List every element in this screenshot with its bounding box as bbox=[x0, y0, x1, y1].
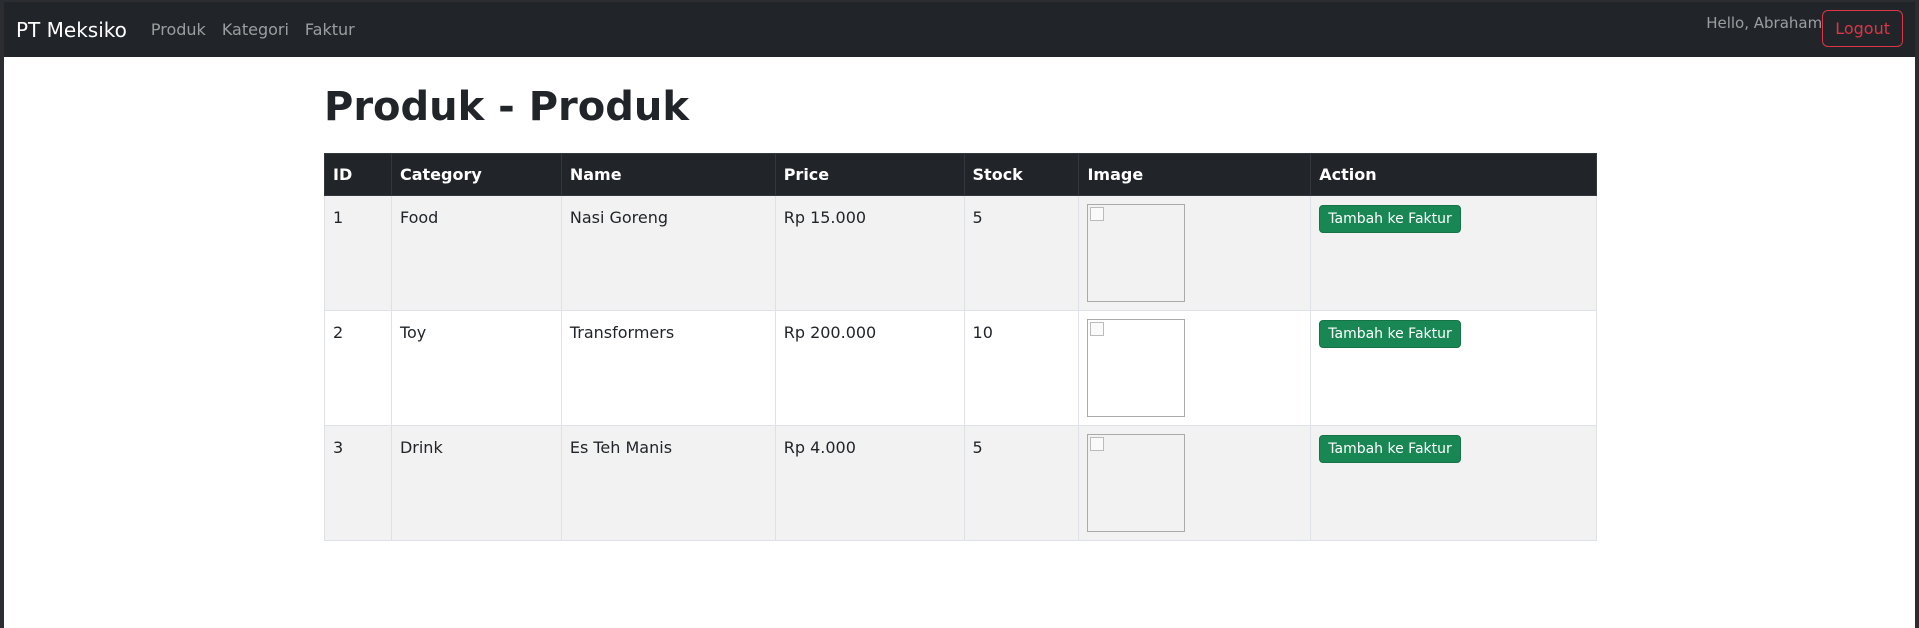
cell-id: 3 bbox=[324, 425, 392, 541]
nav-link-kategori[interactable]: Kategori bbox=[222, 20, 289, 39]
brand-link[interactable]: PT Meksiko bbox=[16, 18, 127, 42]
products-table: ID Category Name Price Stock Image Actio… bbox=[324, 153, 1597, 541]
browser-viewport: PT Meksiko Produk Kategori Faktur Hello,… bbox=[4, 2, 1915, 628]
cell-name: Es Teh Manis bbox=[560, 425, 776, 541]
add-to-invoice-button[interactable]: Tambah ke Faktur bbox=[1319, 320, 1461, 348]
header-image: Image bbox=[1078, 153, 1312, 196]
header-id: ID bbox=[324, 153, 392, 196]
cell-action: Tambah ke Faktur bbox=[1310, 425, 1597, 541]
broken-image-icon bbox=[1090, 437, 1105, 451]
main-content: Produk - Produk ID Category Name Price S… bbox=[324, 57, 1597, 541]
broken-image-icon bbox=[1090, 207, 1105, 221]
cell-stock: 5 bbox=[963, 195, 1080, 311]
page-title: Produk - Produk bbox=[324, 84, 689, 130]
cell-name: Nasi Goreng bbox=[560, 195, 776, 311]
cell-price: Rp 4.000 bbox=[774, 425, 965, 541]
nav-link-faktur[interactable]: Faktur bbox=[305, 20, 355, 39]
table-row: 1 Food Nasi Goreng Rp 15.000 5 Tambah ke… bbox=[324, 195, 1597, 311]
cell-id: 2 bbox=[324, 310, 392, 426]
cell-action: Tambah ke Faktur bbox=[1310, 195, 1597, 311]
cell-category: Drink bbox=[390, 425, 562, 541]
header-action: Action bbox=[1310, 153, 1597, 196]
header-category: Category bbox=[390, 153, 562, 196]
cell-category: Toy bbox=[390, 310, 562, 426]
cell-stock: 5 bbox=[963, 425, 1080, 541]
header-name: Name bbox=[560, 153, 776, 196]
product-image-broken bbox=[1087, 434, 1186, 532]
cell-price: Rp 15.000 bbox=[774, 195, 965, 311]
logout-button[interactable]: Logout bbox=[1822, 10, 1903, 47]
navbar: PT Meksiko Produk Kategori Faktur Hello,… bbox=[4, 2, 1915, 57]
cell-action: Tambah ke Faktur bbox=[1310, 310, 1597, 426]
product-image-broken bbox=[1087, 204, 1186, 302]
table-row: 3 Drink Es Teh Manis Rp 4.000 5 Tambah k… bbox=[324, 425, 1597, 541]
user-greeting: Hello, Abraham bbox=[1706, 14, 1823, 32]
header-price: Price bbox=[774, 153, 965, 196]
table-row: 2 Toy Transformers Rp 200.000 10 Tambah … bbox=[324, 310, 1597, 426]
table-header-row: ID Category Name Price Stock Image Actio… bbox=[324, 153, 1597, 196]
add-to-invoice-button[interactable]: Tambah ke Faktur bbox=[1319, 205, 1461, 233]
cell-image bbox=[1078, 195, 1312, 311]
broken-image-icon bbox=[1090, 322, 1105, 336]
header-stock: Stock bbox=[963, 153, 1080, 196]
cell-stock: 10 bbox=[963, 310, 1080, 426]
product-image-broken bbox=[1087, 319, 1186, 417]
cell-name: Transformers bbox=[560, 310, 776, 426]
navbar-user-area: Hello, Abraham Logout bbox=[1706, 10, 1903, 47]
cell-category: Food bbox=[390, 195, 562, 311]
cell-image bbox=[1078, 310, 1312, 426]
add-to-invoice-button[interactable]: Tambah ke Faktur bbox=[1319, 435, 1461, 463]
cell-price: Rp 200.000 bbox=[774, 310, 965, 426]
nav-link-produk[interactable]: Produk bbox=[151, 20, 206, 39]
cell-image bbox=[1078, 425, 1312, 541]
cell-id: 1 bbox=[324, 195, 392, 311]
